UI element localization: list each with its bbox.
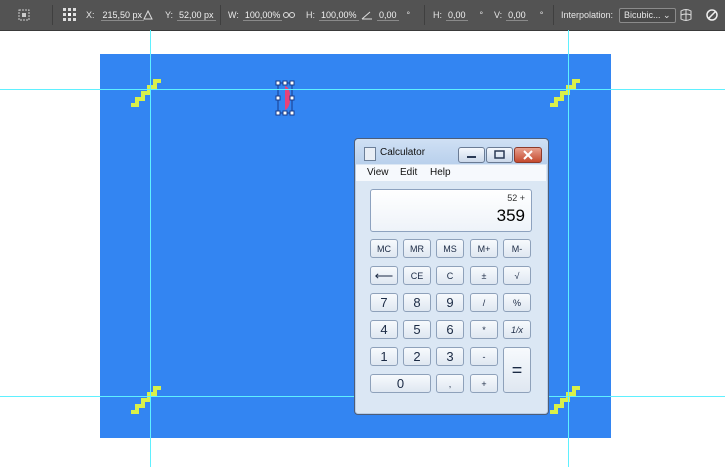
h-skew-label: H: <box>433 10 442 20</box>
v-skew-unit: ° <box>539 10 544 20</box>
key-7[interactable]: 7 <box>370 293 398 312</box>
corner-stair-bottom-left <box>131 386 161 414</box>
calculator-display: 52 + 359 <box>370 189 532 232</box>
x-label: X: <box>86 10 95 20</box>
close-button[interactable] <box>514 147 542 163</box>
y-label: Y: <box>165 10 174 20</box>
key-multiply[interactable]: * <box>470 320 498 339</box>
key-1[interactable]: 1 <box>370 347 398 366</box>
key-0[interactable]: 0 <box>370 374 431 393</box>
corner-stair-top-left <box>131 79 161 107</box>
key-plus-minus[interactable]: ± <box>470 266 498 285</box>
menu-view[interactable]: View <box>367 167 389 178</box>
warp-mode-icon[interactable] <box>679 0 693 30</box>
height-field[interactable]: 100,00% <box>319 10 359 21</box>
calculator-menu-bar: View Edit Help <box>356 165 546 181</box>
interpolation-value: Bicubic... <box>624 9 661 20</box>
key-backspace[interactable]: ⟵ <box>370 266 398 285</box>
menu-help[interactable]: Help <box>430 167 451 178</box>
key-equals[interactable]: = <box>503 347 531 393</box>
guide-vertical-left[interactable] <box>150 30 151 467</box>
delta-icon[interactable] <box>143 0 153 30</box>
key-ce[interactable]: CE <box>403 266 431 285</box>
key-plus[interactable]: + <box>470 374 498 393</box>
h-skew-unit: ° <box>479 10 484 20</box>
selected-shape-transform[interactable] <box>274 80 296 116</box>
close-icon <box>523 150 533 160</box>
v-skew-label: V: <box>494 10 503 20</box>
key-minus[interactable]: - <box>470 347 498 366</box>
key-4[interactable]: 4 <box>370 320 398 339</box>
calculator-titlebar[interactable]: Calculator <box>355 139 548 164</box>
w-label: W: <box>228 10 239 20</box>
chevron-down-icon: ⌄ <box>663 9 671 20</box>
h-label: H: <box>306 10 315 20</box>
key-mc[interactable]: MC <box>370 239 398 258</box>
key-ms[interactable]: MS <box>436 239 464 258</box>
calculator-title: Calculator <box>380 147 426 158</box>
y-position-field[interactable]: 52,00 px <box>177 10 216 21</box>
key-sqrt[interactable]: √ <box>503 266 531 285</box>
key-mr[interactable]: MR <box>403 239 431 258</box>
width-field[interactable]: 100,00% <box>242 10 283 21</box>
rotate-angle-icon <box>361 0 373 30</box>
corner-stair-top-right <box>550 79 580 107</box>
key-reciprocal[interactable]: 1/x <box>503 320 531 339</box>
key-percent[interactable]: % <box>503 293 531 312</box>
corner-stair-bottom-right <box>550 386 580 414</box>
rotate-angle-field[interactable]: 0,00 <box>377 10 399 21</box>
minimize-button[interactable] <box>458 147 485 163</box>
key-c[interactable]: C <box>436 266 464 285</box>
h-skew-field[interactable]: 0,00 <box>446 10 468 21</box>
link-icon[interactable] <box>283 0 295 30</box>
v-skew-field[interactable]: 0,00 <box>506 10 528 21</box>
key-8[interactable]: 8 <box>403 293 431 312</box>
key-2[interactable]: 2 <box>403 347 431 366</box>
options-bar: X: 215,50 px Y: 52,00 px W: 100,00% H: 1… <box>0 0 725 31</box>
calculator-history: 52 + <box>507 193 525 203</box>
key-m-minus[interactable]: M- <box>503 239 531 258</box>
interpolation-label: Interpolation: <box>561 10 614 20</box>
key-5[interactable]: 5 <box>403 320 431 339</box>
calculator-window[interactable]: Calculator View Edit Help 52 + 359 MC MR… <box>354 138 549 415</box>
key-decimal[interactable]: , <box>436 374 464 393</box>
calculator-app-icon <box>364 147 376 161</box>
maximize-button[interactable] <box>486 147 513 163</box>
rotate-degree-unit: ° <box>406 10 411 20</box>
guide-horizontal-top[interactable] <box>0 89 725 90</box>
key-m-plus[interactable]: M+ <box>470 239 498 258</box>
menu-edit[interactable]: Edit <box>400 167 417 178</box>
reference-point-icon[interactable] <box>16 0 34 30</box>
interpolation-dropdown[interactable]: Bicubic... ⌄ <box>619 7 676 23</box>
guide-vertical-right[interactable] <box>568 30 569 467</box>
key-9[interactable]: 9 <box>436 293 464 312</box>
key-6[interactable]: 6 <box>436 320 464 339</box>
x-position-field[interactable]: 215,50 px <box>100 10 145 21</box>
calculator-result: 359 <box>496 206 525 225</box>
cancel-transform-icon[interactable] <box>706 0 718 30</box>
key-divide[interactable]: / <box>470 293 498 312</box>
key-3[interactable]: 3 <box>436 347 464 366</box>
reference-grid-icon[interactable] <box>62 0 78 30</box>
